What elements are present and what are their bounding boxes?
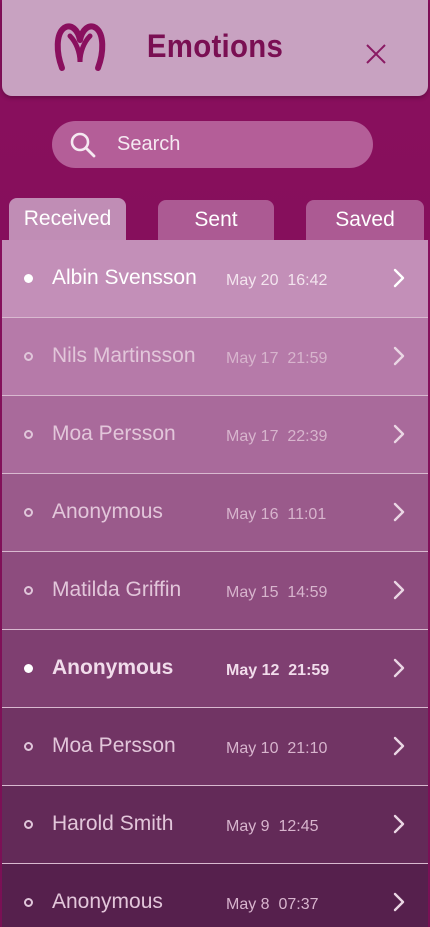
search-placeholder: Search	[117, 133, 181, 155]
message-date: May 20	[226, 272, 279, 289]
sender-name: Moa Persson	[52, 422, 176, 445]
message-date: May 17	[226, 428, 279, 445]
message-date: May 15	[226, 584, 279, 601]
app-header: Emotions	[2, 0, 428, 96]
message-time: 21:59	[287, 350, 328, 367]
chevron-right-icon	[393, 580, 405, 600]
message-time: 16:42	[287, 272, 328, 289]
message-timestamp: May 16 11:01	[226, 506, 326, 524]
message-time: 11:01	[287, 506, 327, 523]
message-date: May 10	[226, 740, 279, 757]
message-timestamp: May 17 22:39	[226, 428, 327, 446]
message-date: May 12	[226, 662, 280, 679]
sender-name: Nils Martinsson	[52, 344, 196, 367]
message-timestamp: May 15 14:59	[226, 584, 327, 602]
chevron-right-icon	[393, 658, 405, 678]
message-date: May 9	[226, 818, 270, 835]
tab-saved[interactable]: Saved	[306, 200, 424, 240]
page-title: Emotions	[146, 28, 284, 64]
message-time: 14:59	[287, 584, 328, 601]
tab-bar: Received Sent Saved	[0, 198, 430, 240]
chevron-right-icon	[393, 424, 405, 444]
tab-sent[interactable]: Sent	[158, 200, 274, 240]
search-icon	[70, 132, 96, 158]
tab-received[interactable]: Received	[9, 198, 126, 240]
message-row[interactable]: Moa Persson May 10 21:10	[2, 708, 428, 786]
sender-name: Moa Persson	[52, 734, 176, 757]
message-row[interactable]: Matilda Griffin May 15 14:59	[2, 552, 428, 630]
message-time: 21:10	[287, 740, 328, 757]
message-timestamp: May 20 16:42	[226, 272, 327, 290]
emotions-app: Emotions Search Received Sent Saved Albi…	[0, 0, 430, 927]
read-dot-icon	[24, 352, 33, 361]
read-dot-icon	[24, 430, 33, 439]
read-dot-icon	[24, 742, 33, 751]
message-list: Albin Svensson May 20 16:42 Nils Martinsso…	[2, 240, 428, 927]
chevron-right-icon	[393, 814, 405, 834]
read-dot-icon	[24, 586, 33, 595]
chevron-right-icon	[393, 268, 405, 288]
unread-dot-icon	[24, 664, 33, 673]
search-input[interactable]: Search	[52, 121, 373, 168]
read-dot-icon	[24, 898, 33, 907]
message-date: May 16	[226, 506, 279, 523]
message-row[interactable]: Harold Smith May 9 12:45	[2, 786, 428, 864]
sender-name: Anonymous	[52, 656, 174, 679]
chevron-right-icon	[393, 502, 405, 522]
message-row[interactable]: Moa Persson May 17 22:39	[2, 396, 428, 474]
unread-dot-icon	[24, 274, 33, 283]
chevron-right-icon	[393, 892, 405, 912]
message-row[interactable]: Anonymous May 12 21:59	[2, 630, 428, 708]
message-row[interactable]: Anonymous May 8 07:37	[2, 864, 428, 927]
message-timestamp: May 8 07:37	[226, 896, 319, 914]
message-row[interactable]: Anonymous May 16 11:01	[2, 474, 428, 552]
message-timestamp: May 17 21:59	[226, 350, 327, 368]
message-row[interactable]: Nils Martinsson May 17 21:59	[2, 318, 428, 396]
sender-name: Anonymous	[52, 500, 163, 523]
sender-name: Matilda Griffin	[52, 578, 182, 601]
message-time: 07:37	[278, 896, 319, 913]
message-date: May 17	[226, 350, 279, 367]
message-timestamp: May 12 21:59	[226, 662, 329, 680]
message-time: 21:59	[288, 662, 330, 679]
message-row[interactable]: Albin Svensson May 20 16:42	[2, 240, 428, 318]
message-timestamp: May 10 21:10	[226, 740, 327, 758]
chevron-right-icon	[393, 736, 405, 756]
sender-name: Harold Smith	[52, 812, 174, 835]
read-dot-icon	[24, 508, 33, 517]
close-icon[interactable]	[362, 40, 390, 68]
message-time: 12:45	[278, 818, 319, 835]
sender-name: Anonymous	[52, 890, 163, 913]
chevron-right-icon	[393, 346, 405, 366]
message-date: May 8	[226, 896, 270, 913]
message-time: 22:39	[287, 428, 328, 445]
sender-name: Albin Svensson	[52, 266, 197, 289]
read-dot-icon	[24, 820, 33, 829]
message-timestamp: May 9 12:45	[226, 818, 319, 836]
